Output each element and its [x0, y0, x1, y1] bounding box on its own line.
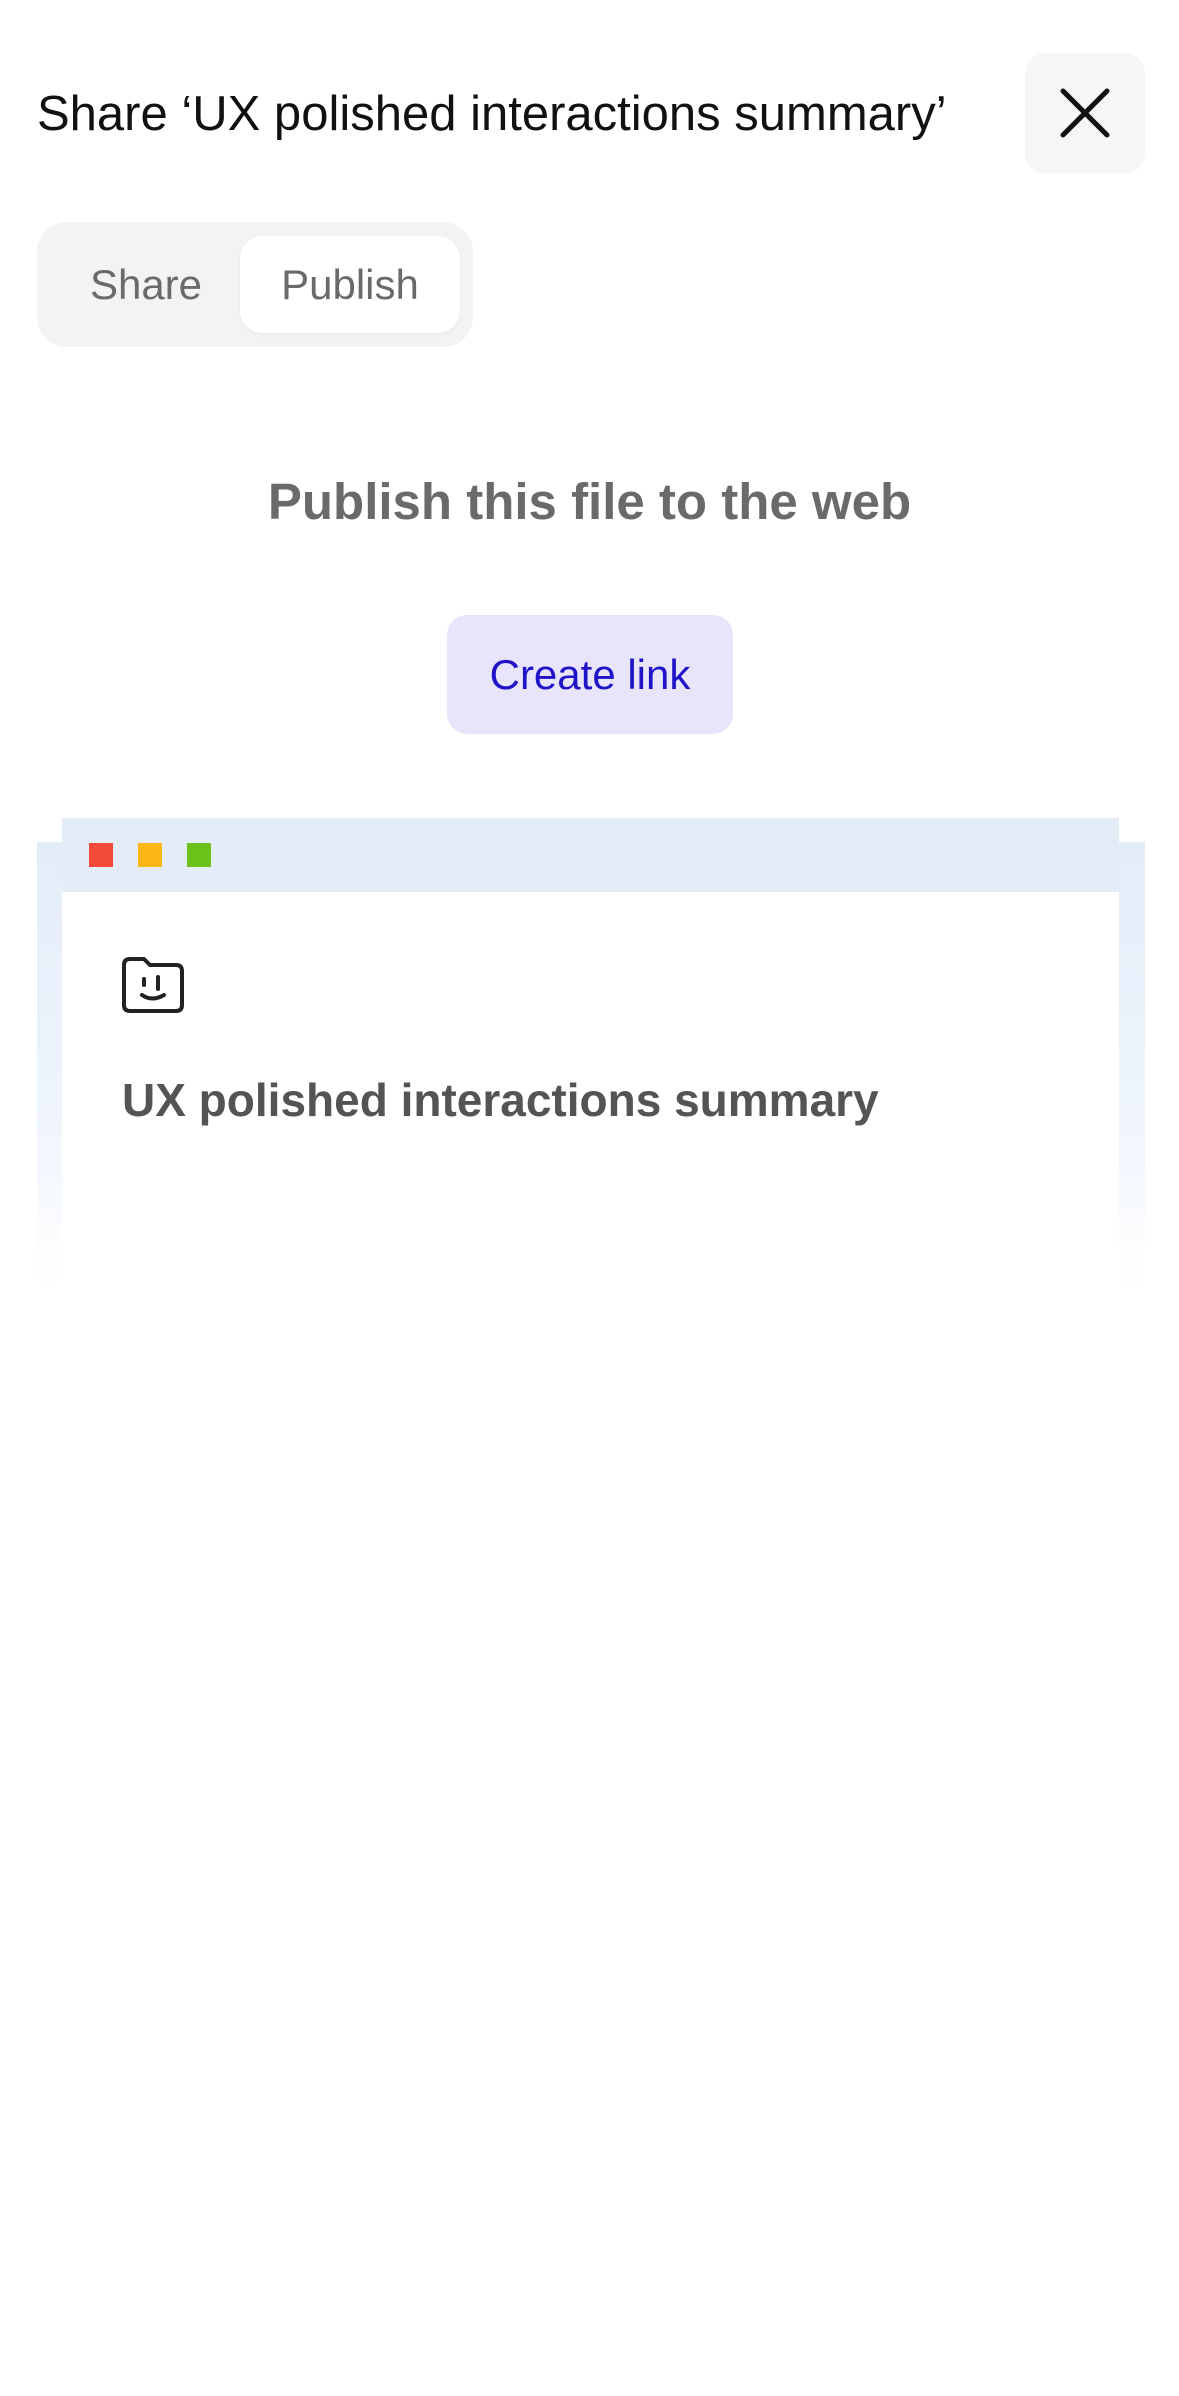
tab-share[interactable]: Share	[51, 236, 241, 333]
folder-face-icon	[122, 957, 184, 1013]
dialog-header: Share ‘UX polished interactions summary’	[0, 0, 1179, 200]
window-dot-yellow	[138, 843, 162, 867]
window-dot-green	[187, 843, 211, 867]
share-publish-tabs: Share Publish	[37, 222, 473, 347]
window-dot-red	[89, 843, 113, 867]
create-link-button[interactable]: Create link	[447, 615, 733, 734]
dialog-title: Share ‘UX polished interactions summary’	[37, 87, 947, 141]
tab-publish[interactable]: Publish	[240, 236, 460, 333]
publish-heading: Publish this file to the web	[267, 473, 912, 530]
preview-fade	[0, 1200, 1179, 1320]
close-button[interactable]	[1025, 53, 1145, 173]
close-icon	[1060, 88, 1110, 138]
preview-document-title: UX polished interactions summary	[122, 1074, 879, 1126]
share-publish-dialog: Share ‘UX polished interactions summary’…	[0, 0, 1179, 2396]
preview-window-titlebar	[62, 818, 1119, 892]
